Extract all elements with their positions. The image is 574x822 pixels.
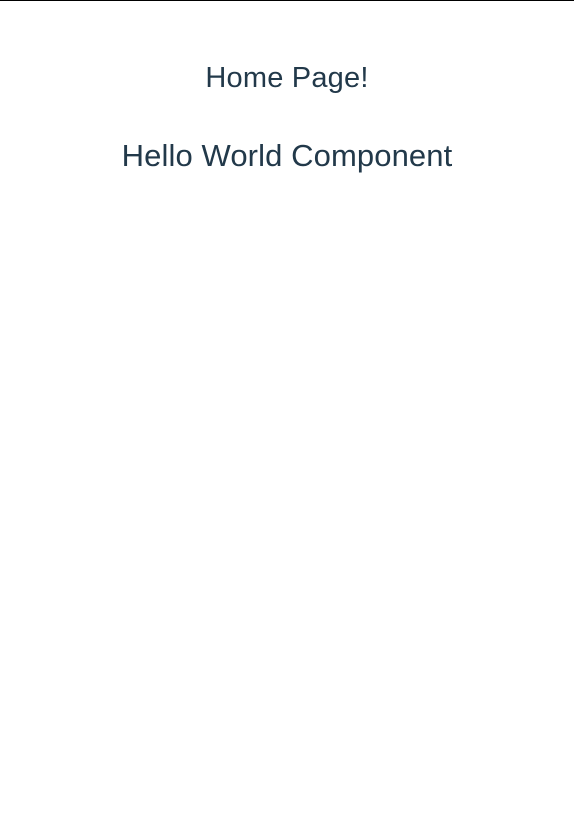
page-title: Home Page!	[205, 62, 369, 94]
hello-world-heading: Hello World Component	[121, 138, 453, 173]
hello-world-component: Hello World Component	[0, 97, 574, 175]
home-page: Home Page! Hello World Component	[0, 1, 574, 175]
